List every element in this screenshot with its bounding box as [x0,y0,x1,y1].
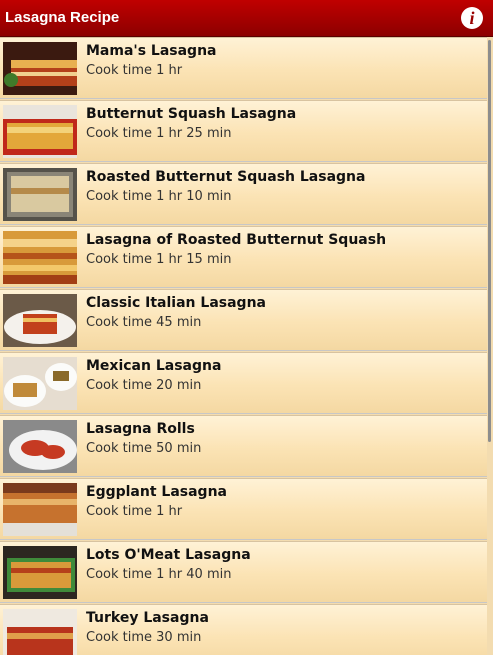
recipe-row[interactable]: Lots O'Meat Lasagna Cook time 1 hr 40 mi… [0,541,487,603]
recipe-thumbnail [3,294,77,347]
recipe-cook-time: Cook time 20 min [86,378,202,393]
recipe-cook-time: Cook time 1 hr 15 min [86,252,232,267]
recipe-row[interactable]: Mexican Lasagna Cook time 20 min [0,352,487,414]
recipe-cook-time: Cook time 1 hr 40 min [86,567,232,582]
recipe-name: Lasagna Rolls [86,421,195,437]
recipe-thumbnail [3,483,77,536]
app-title: Lasagna Recipe [5,9,120,26]
recipe-thumbnail [3,546,77,599]
recipe-thumbnail [3,105,77,158]
list-scrollbar[interactable] [488,40,491,442]
info-icon: i [469,8,475,28]
recipe-name: Mexican Lasagna [86,358,222,374]
recipe-thumbnail [3,357,77,410]
recipe-row[interactable]: Lasagna of Roasted Butternut Squash Cook… [0,226,487,288]
recipe-cook-time: Cook time 1 hr 10 min [86,189,232,204]
recipe-name: Mama's Lasagna [86,43,217,59]
recipe-thumbnail [3,168,77,221]
recipe-cook-time: Cook time 50 min [86,441,202,456]
app-title-bar: Lasagna Recipe i [0,0,493,37]
recipe-thumbnail [3,609,77,655]
recipe-row[interactable]: Eggplant Lasagna Cook time 1 hr [0,478,487,540]
recipe-list[interactable]: Mama's Lasagna Cook time 1 hr Butternut … [0,37,487,655]
recipe-thumbnail [3,231,77,284]
recipe-row[interactable]: Lasagna Rolls Cook time 50 min [0,415,487,477]
recipe-cook-time: Cook time 1 hr [86,63,183,78]
recipe-name: Turkey Lasagna [86,610,209,626]
recipe-thumbnail [3,42,77,95]
recipe-name: Lots O'Meat Lasagna [86,547,251,563]
recipe-name: Roasted Butternut Squash Lasagna [86,169,366,185]
recipe-cook-time: Cook time 1 hr 25 min [86,126,232,141]
recipe-cook-time: Cook time 45 min [86,315,202,330]
recipe-row[interactable]: Classic Italian Lasagna Cook time 45 min [0,289,487,351]
info-button[interactable]: i [461,7,483,29]
recipe-name: Eggplant Lasagna [86,484,227,500]
recipe-name: Lasagna of Roasted Butternut Squash [86,232,387,248]
recipe-row[interactable]: Roasted Butternut Squash Lasagna Cook ti… [0,163,487,225]
recipe-row[interactable]: Turkey Lasagna Cook time 30 min [0,604,487,655]
recipe-row[interactable]: Mama's Lasagna Cook time 1 hr [0,37,487,99]
recipe-row[interactable]: Butternut Squash Lasagna Cook time 1 hr … [0,100,487,162]
recipe-cook-time: Cook time 1 hr [86,504,183,519]
recipe-thumbnail [3,420,77,473]
recipe-name: Butternut Squash Lasagna [86,106,297,122]
recipe-cook-time: Cook time 30 min [86,630,202,645]
recipe-name: Classic Italian Lasagna [86,295,266,311]
